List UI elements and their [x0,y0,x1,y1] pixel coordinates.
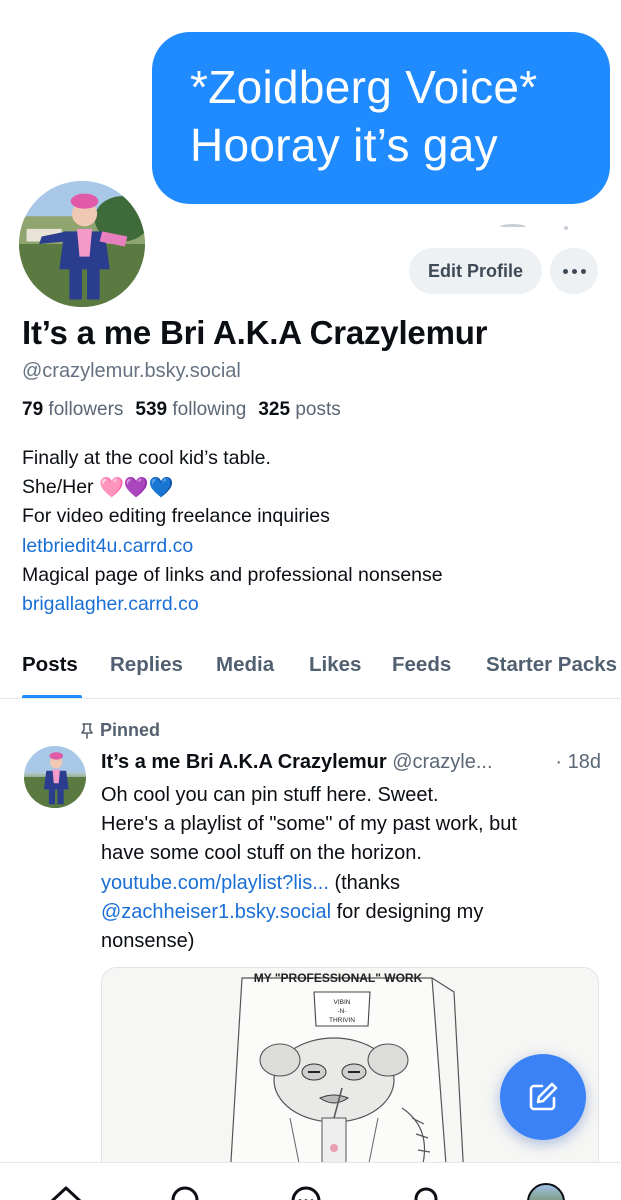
bio-line: Finally at the cool kid’s table. [22,447,271,469]
profile-stats: 79 followers 539 following 325 posts [22,399,341,421]
posts-label: posts [295,399,341,420]
bio-line-pronouns: She/Her 🩷💜💙 [22,473,443,502]
tab-media[interactable]: Media [216,653,274,677]
posts-stat: 325 posts [258,399,340,421]
pronouns-text: She/Her [22,476,94,499]
nav-profile-avatar[interactable] [527,1183,565,1200]
youtube-playlist-link[interactable]: youtube.com/playlist?lis... [101,872,329,894]
posts-count: 325 [258,399,291,420]
nav-home[interactable] [48,1183,84,1200]
post-text-line: have some cool stuff on the horizon. [101,842,422,865]
post-text-line: nonsense) [101,929,195,952]
notifications-icon [414,1187,438,1200]
ellipsis-icon-dot [571,268,577,274]
pinned-indicator: Pinned [80,720,160,741]
post-author-avatar[interactable] [24,746,86,808]
bottom-navigation [0,1162,621,1200]
tab-likes[interactable]: Likes [309,653,361,677]
avatar-photo [19,181,145,307]
post-text-line: Oh cool you can pin stuff here. Sweet. [101,784,439,806]
bio-link-brigallagher[interactable]: brigallagher.carrd.co [22,590,443,619]
profile-tabs: Posts Replies Media Likes Feeds Starter … [0,645,621,699]
post-text-fragment: (thanks [328,871,401,894]
tab-starter-packs[interactable]: Starter Packs [486,653,617,677]
banner-partial-dot [564,226,568,230]
ellipsis-icon-dot [580,268,586,274]
compose-post-button[interactable] [500,1054,586,1140]
heart-emojis-icon: 🩷💜💙 [98,477,174,500]
followers-stat[interactable]: 79 followers [22,399,123,421]
banner-partial-glyph [500,224,526,230]
bubble-text-line-2: Hooray it’s gay [190,119,498,171]
sign-text-2: -N- [337,1008,346,1015]
embed-title: MY "PROFESSIONAL" WORK [254,971,423,985]
search-icon [171,1186,199,1200]
nav-chat[interactable] [288,1183,324,1200]
bio-line: For video editing freelance inquiries [22,505,330,528]
post-text-fragment: for designing my [331,900,484,923]
following-stat[interactable]: 539 following [135,399,246,421]
bio-link-letbriedit4u[interactable]: letbriedit4u.carrd.co [22,532,443,561]
profile-avatar[interactable] [16,178,148,310]
pin-icon [80,722,94,739]
tab-replies[interactable]: Replies [110,653,183,677]
nav-notifications[interactable] [408,1183,444,1200]
post-author-name[interactable]: It’s a me Bri A.K.A Crazylemur [101,751,387,773]
avatar-photo [24,746,86,808]
post-author-handle[interactable]: @crazyle... [392,751,492,773]
post-text: Oh cool you can pin stuff here. Sweet. H… [101,781,517,956]
post-header: It’s a me Bri A.K.A Crazylemur @crazyle.… [101,751,601,774]
bio-line: Magical page of links and professional n… [22,563,443,586]
chat-icon [291,1186,321,1200]
post-text-line: Here's a playlist of "some" of my past w… [101,813,517,836]
sign-text-3: THRIVIN [329,1017,355,1024]
followers-count: 79 [22,399,44,420]
post-text-line: @zachheiser1.bsky.social for designing m… [101,898,517,927]
home-icon [50,1186,82,1200]
tab-posts[interactable]: Posts [22,653,78,677]
active-tab-indicator [22,695,82,698]
display-name: It’s a me Bri A.K.A Crazylemur [22,314,488,351]
ellipsis-icon [562,268,568,274]
message-bubble: *Zoidberg Voice* Hooray it’s gay [152,32,610,204]
mention-link[interactable]: @zachheiser1.bsky.social [101,901,331,923]
sign-text-1: VIBIN [334,999,351,1006]
profile-handle: @crazylemur.bsky.social [22,360,241,382]
pinned-label: Pinned [100,720,161,740]
bubble-text-line-1: *Zoidberg Voice* [190,61,538,113]
compose-icon [529,1082,558,1111]
post-timestamp[interactable]: · 18d [555,751,601,774]
edit-profile-button[interactable]: Edit Profile [409,248,542,294]
more-options-button[interactable] [550,248,598,294]
nav-search[interactable] [168,1183,204,1200]
tab-feeds[interactable]: Feeds [392,653,451,677]
following-count: 539 [135,399,168,420]
profile-bio: Finally at the cool kid’s table. She/Her… [22,444,443,619]
followers-label: followers [48,399,124,420]
following-label: following [172,399,247,420]
post-text-line: youtube.com/playlist?lis... (thanks [101,869,517,898]
